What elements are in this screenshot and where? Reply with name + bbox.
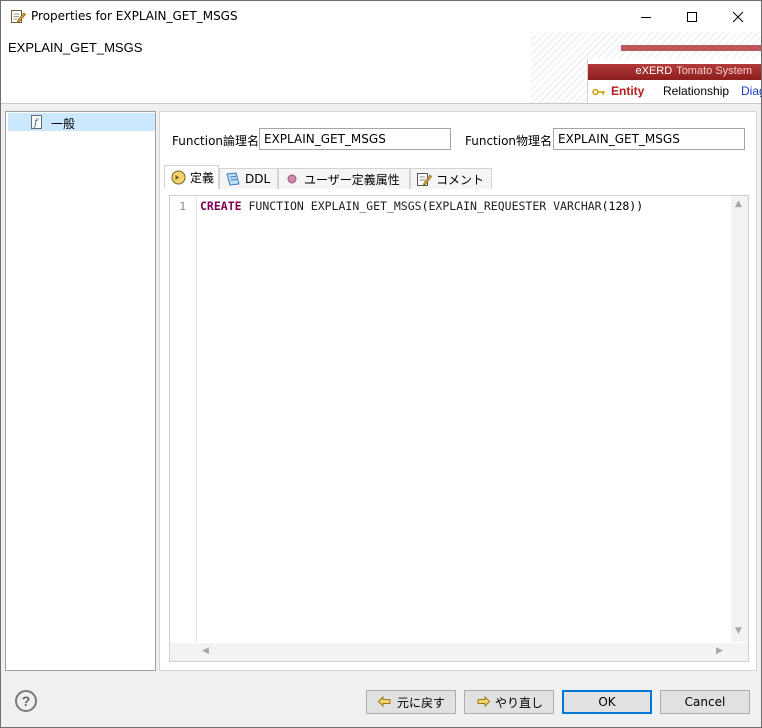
code-paren: (: [421, 199, 429, 213]
logical-name-label: Function論理名: [172, 134, 260, 148]
scroll-right-icon[interactable]: ▶: [716, 646, 723, 656]
redo-icon: [475, 694, 491, 710]
banner-tab-diagram[interactable]: Diag: [741, 84, 761, 98]
ddl-icon: [225, 171, 241, 187]
undo-button[interactable]: 元に戻す: [366, 690, 456, 714]
physical-name-field[interactable]: EXPLAIN_GET_MSGS: [553, 128, 745, 150]
scroll-left-icon[interactable]: ◀: [202, 646, 209, 656]
banner-brand: eXERD Tomato System: [636, 65, 753, 77]
line-number-gutter: 1: [170, 196, 197, 642]
redo-button[interactable]: やり直し: [464, 690, 554, 714]
dialog-header: EXPLAIN_GET_MSGS eXERD Tomato System Enti…: [1, 32, 761, 104]
tab-ddl[interactable]: DDL: [219, 168, 278, 189]
key-icon: [592, 86, 606, 100]
sql-keyword: CREATE: [200, 199, 242, 213]
dot-icon: [284, 171, 300, 187]
title-bar: Properties for EXPLAIN_GET_MSGS: [1, 1, 761, 32]
properties-dialog: Properties for EXPLAIN_GET_MSGS EXPLAIN_…: [0, 0, 762, 728]
scroll-up-icon[interactable]: ▲: [735, 199, 742, 209]
tab-label: DDL: [245, 172, 271, 186]
cancel-button[interactable]: Cancel: [660, 690, 750, 714]
sql-editor[interactable]: 1 CREATE FUNCTION EXPLAIN_GET_MSGS(EXPLA…: [169, 195, 749, 662]
tab-definition[interactable]: 定義: [164, 165, 219, 189]
minimize-button[interactable]: [623, 1, 669, 32]
maximize-button[interactable]: [669, 1, 715, 32]
physical-name-label: Function物理名: [465, 134, 553, 148]
redo-label: やり直し: [494, 695, 543, 710]
tree-item-label: 一般: [51, 117, 76, 131]
code-line: CREATE FUNCTION EXPLAIN_GET_MSGS(EXPLAIN…: [200, 199, 643, 213]
comment-icon: [416, 171, 432, 187]
banner-decoration: [621, 45, 761, 51]
line-number: 1: [179, 200, 186, 213]
banner-tab-entity[interactable]: Entity: [611, 84, 644, 98]
code-text: (128)): [601, 199, 644, 213]
properties-panel: Function論理名 EXPLAIN_GET_MSGS Function物理名…: [159, 111, 757, 671]
properties-icon: [10, 8, 26, 24]
tab-user-attributes[interactable]: ユーザー定義属性: [278, 168, 410, 189]
tree-item-general[interactable]: f 一般: [8, 113, 155, 131]
banner-tabs: Entity Relationship Diag: [588, 83, 761, 103]
tab-bar: 定義 DDL ユーザー定義属性 コメント: [160, 165, 756, 189]
banner-tab-relationship[interactable]: Relationship: [663, 84, 729, 98]
vertical-scrollbar[interactable]: ▲ ▼: [731, 196, 748, 642]
category-tree: f 一般: [5, 111, 156, 671]
function-icon: f: [30, 115, 44, 129]
window-title: Properties for EXPLAIN_GET_MSGS: [31, 9, 238, 23]
close-button[interactable]: [715, 1, 761, 32]
brand-name: eXERD: [635, 65, 673, 77]
tab-label: コメント: [436, 172, 485, 187]
page-title: EXPLAIN_GET_MSGS: [8, 40, 143, 55]
definition-icon: [170, 170, 186, 186]
undo-icon: [377, 694, 393, 710]
help-button[interactable]: ?: [15, 690, 37, 712]
undo-label: 元に戻す: [396, 695, 445, 710]
banner-brand-bar: eXERD Tomato System: [588, 64, 761, 80]
logical-name-field[interactable]: EXPLAIN_GET_MSGS: [259, 128, 451, 150]
brand-subtitle: Tomato System: [676, 65, 752, 77]
exerd-banner: eXERD Tomato System Entity Relationship D…: [587, 59, 761, 103]
horizontal-scrollbar[interactable]: ◀ ▶: [170, 643, 748, 661]
tab-comment[interactable]: コメント: [410, 168, 492, 189]
tab-label: 定義: [190, 171, 215, 185]
code-text: FUNCTION EXPLAIN_GET_MSGS: [241, 199, 422, 213]
tab-label: ユーザー定義属性: [304, 172, 400, 187]
code-text: EXPLAIN_REQUESTER VARCHAR: [428, 199, 602, 213]
scroll-down-icon[interactable]: ▼: [735, 626, 742, 636]
ok-button[interactable]: OK: [562, 690, 652, 714]
